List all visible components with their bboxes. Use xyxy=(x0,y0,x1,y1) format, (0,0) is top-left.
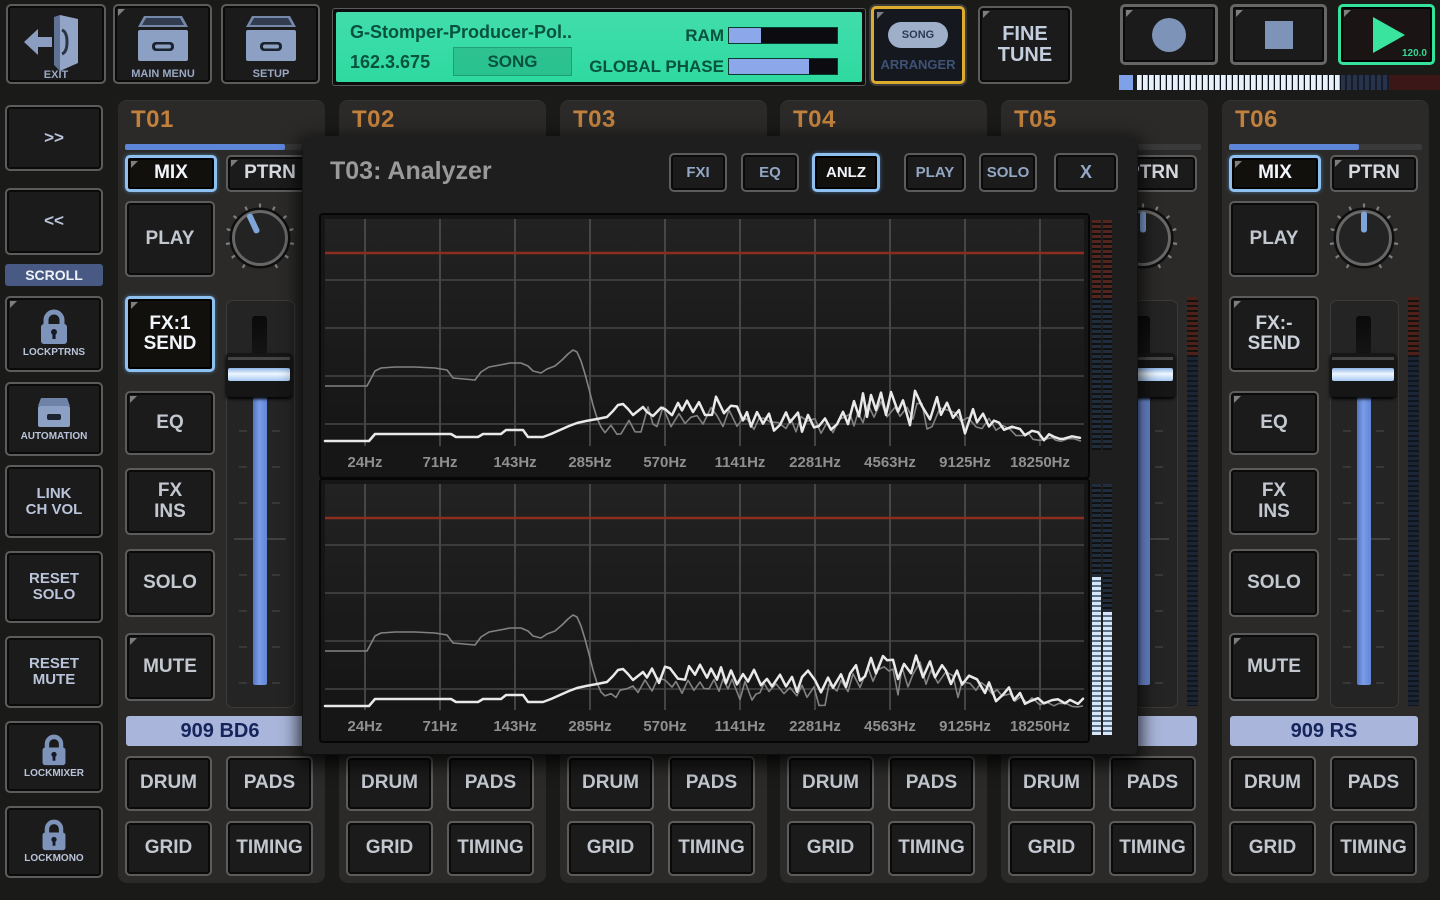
svg-text:2281Hz: 2281Hz xyxy=(789,454,841,471)
svg-text:285Hz: 285Hz xyxy=(568,718,611,735)
svg-text:570Hz: 570Hz xyxy=(643,454,686,471)
svg-text:285Hz: 285Hz xyxy=(568,454,611,471)
svg-text:1141Hz: 1141Hz xyxy=(715,454,766,471)
svg-text:4563Hz: 4563Hz xyxy=(864,718,916,735)
svg-text:24Hz: 24Hz xyxy=(347,718,382,735)
svg-text:4563Hz: 4563Hz xyxy=(864,454,916,471)
svg-text:18250Hz: 18250Hz xyxy=(1010,454,1070,471)
svg-text:18250Hz: 18250Hz xyxy=(1010,718,1070,735)
svg-text:1141Hz: 1141Hz xyxy=(715,718,766,735)
svg-text:9125Hz: 9125Hz xyxy=(939,454,991,471)
svg-text:24Hz: 24Hz xyxy=(347,454,382,471)
svg-text:MAIN MENU: MAIN MENU xyxy=(131,68,195,80)
svg-text:143Hz: 143Hz xyxy=(493,454,536,471)
svg-text:EXIT: EXIT xyxy=(44,69,69,81)
svg-text:143Hz: 143Hz xyxy=(493,718,536,735)
svg-text:2281Hz: 2281Hz xyxy=(789,718,841,735)
svg-text:570Hz: 570Hz xyxy=(643,718,686,735)
svg-text:SETUP: SETUP xyxy=(253,68,290,80)
svg-text:9125Hz: 9125Hz xyxy=(939,718,991,735)
svg-text:71Hz: 71Hz xyxy=(422,454,457,471)
svg-text:71Hz: 71Hz xyxy=(422,718,457,735)
